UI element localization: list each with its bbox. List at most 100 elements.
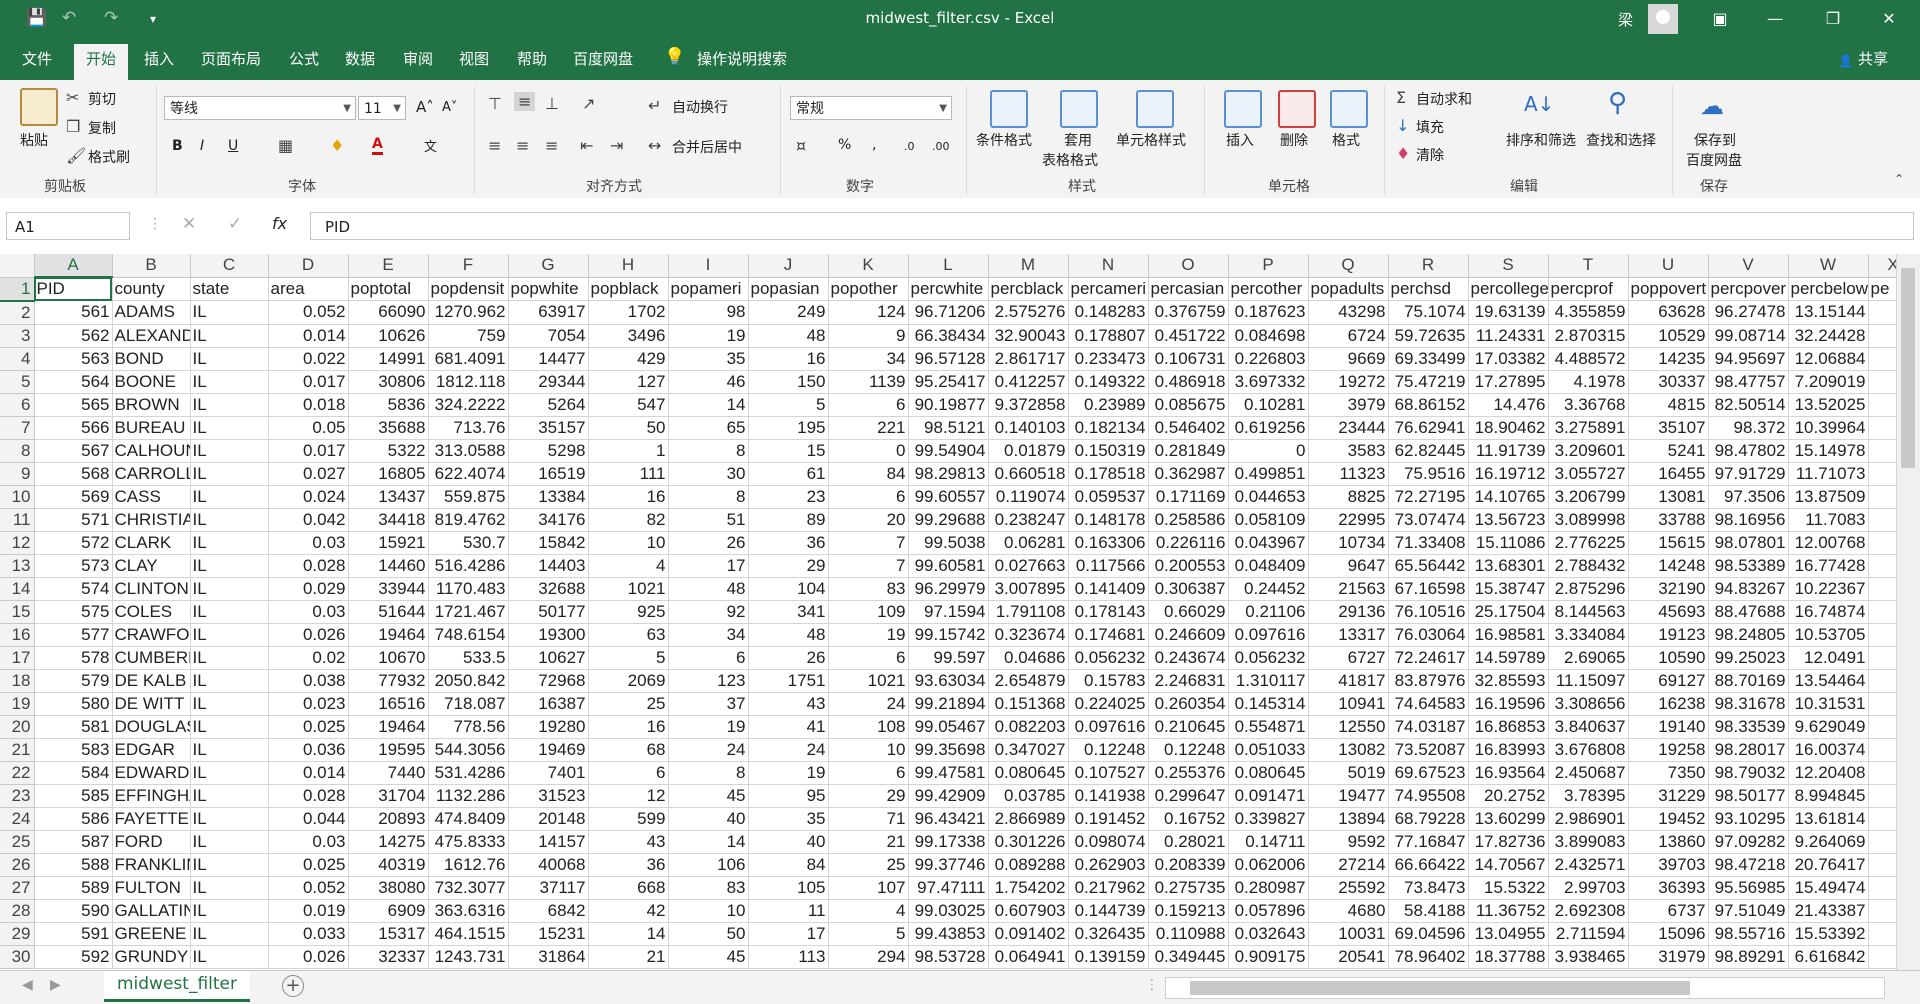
cell[interactable]: 69.33499: [1388, 347, 1469, 371]
cell[interactable]: 34418: [348, 508, 429, 532]
cell[interactable]: 5241: [1628, 439, 1709, 463]
cell[interactable]: popother: [828, 277, 909, 301]
cell[interactable]: 82.50514: [1708, 393, 1789, 417]
cell[interactable]: 10734: [1308, 531, 1389, 555]
cell[interactable]: 13437: [348, 485, 429, 509]
cell[interactable]: 12.00768: [1788, 531, 1869, 555]
cell[interactable]: 38080: [348, 876, 429, 900]
cell[interactable]: 108: [828, 715, 909, 739]
cell[interactable]: 0.339827: [1228, 807, 1309, 831]
cell[interactable]: 76.03064: [1388, 623, 1469, 647]
cell[interactable]: 0.451722: [1148, 324, 1229, 348]
cell[interactable]: 0.349445: [1148, 945, 1229, 969]
cell[interactable]: 16.19596: [1468, 692, 1549, 716]
cell[interactable]: 10031: [1308, 922, 1389, 946]
row-header[interactable]: 17: [0, 646, 35, 670]
cell[interactable]: 0.301226: [988, 830, 1069, 854]
cell[interactable]: 3.007895: [988, 577, 1069, 601]
cell[interactable]: 14460: [348, 554, 429, 578]
cell[interactable]: 98.50177: [1708, 784, 1789, 808]
cell[interactable]: 1: [588, 439, 669, 463]
cell[interactable]: 4.355859: [1548, 300, 1629, 325]
cell[interactable]: 32337: [348, 945, 429, 969]
cell[interactable]: 0.028: [268, 784, 349, 808]
cell[interactable]: 3.206799: [1548, 485, 1629, 509]
fill-button[interactable]: 填充: [1416, 117, 1444, 137]
cell[interactable]: 0.376759: [1148, 300, 1229, 325]
cell[interactable]: 99.08714: [1708, 324, 1789, 348]
cell-styles-button[interactable]: 单元格样式: [1116, 130, 1186, 150]
cell[interactable]: percollege: [1468, 277, 1549, 301]
restore-button[interactable]: ❐: [1810, 0, 1856, 38]
cell[interactable]: 0.23989: [1068, 393, 1149, 417]
cell[interactable]: 41: [748, 715, 829, 739]
cell[interactable]: 0.106731: [1148, 347, 1229, 371]
cell[interactable]: 0.033: [268, 922, 349, 946]
cancel-icon[interactable]: ✕: [182, 214, 196, 234]
cell[interactable]: 25.17504: [1468, 600, 1549, 624]
cell[interactable]: 95.56985: [1708, 876, 1789, 900]
cell[interactable]: 3.055727: [1548, 462, 1629, 486]
cell[interactable]: 32.90043: [988, 324, 1069, 348]
cell[interactable]: 29: [828, 784, 909, 808]
cell[interactable]: 19452: [1628, 807, 1709, 831]
cell[interactable]: 77.16847: [1388, 830, 1469, 854]
row-header[interactable]: 22: [0, 761, 35, 785]
cell[interactable]: 11.7083: [1788, 508, 1869, 532]
cell[interactable]: CASS: [112, 485, 191, 509]
cell[interactable]: IL: [190, 715, 269, 739]
cell[interactable]: 15615: [1628, 531, 1709, 555]
cell[interactable]: 19: [748, 761, 829, 785]
row-header[interactable]: 26: [0, 853, 35, 877]
cell[interactable]: perchsd: [1388, 277, 1469, 301]
cell[interactable]: 0.148283: [1068, 300, 1149, 325]
cell[interactable]: 0.03: [268, 600, 349, 624]
cell[interactable]: 13.15144: [1788, 300, 1869, 325]
cell[interactable]: 3.697332: [1228, 370, 1309, 394]
cell[interactable]: 0.150319: [1068, 439, 1149, 463]
cell[interactable]: 24: [668, 738, 749, 762]
row-header[interactable]: 21: [0, 738, 35, 762]
cell[interactable]: 559.875: [428, 485, 509, 509]
cell[interactable]: popwhite: [508, 277, 589, 301]
cell[interactable]: 429: [588, 347, 669, 371]
cell[interactable]: 0.163306: [1068, 531, 1149, 555]
cell[interactable]: 66.66422: [1388, 853, 1469, 877]
cell[interactable]: 17.27895: [1468, 370, 1549, 394]
cell[interactable]: 0.082203: [988, 715, 1069, 739]
cell[interactable]: 8.144563: [1548, 600, 1629, 624]
cell[interactable]: 0.025: [268, 715, 349, 739]
cell[interactable]: 0.03785: [988, 784, 1069, 808]
cell[interactable]: 14: [668, 830, 749, 854]
cell[interactable]: 14.10765: [1468, 485, 1549, 509]
cell[interactable]: 0.05: [268, 416, 349, 440]
cell[interactable]: 0.141938: [1068, 784, 1149, 808]
cell[interactable]: 10.22367: [1788, 577, 1869, 601]
cell[interactable]: 0.091402: [988, 922, 1069, 946]
cell[interactable]: 65: [668, 416, 749, 440]
format-cells-button[interactable]: 格式: [1332, 130, 1360, 150]
cell[interactable]: 0.275735: [1148, 876, 1229, 900]
cell[interactable]: 583: [34, 738, 113, 762]
cell[interactable]: 16516: [348, 692, 429, 716]
cell[interactable]: 99.03025: [908, 899, 989, 923]
row-header[interactable]: 18: [0, 669, 35, 693]
cell[interactable]: 98.16956: [1708, 508, 1789, 532]
cell[interactable]: 0.036: [268, 738, 349, 762]
cell[interactable]: 113: [748, 945, 829, 969]
cell[interactable]: 35688: [348, 416, 429, 440]
cell[interactable]: DE WITT: [112, 692, 191, 716]
cell[interactable]: 11.24331: [1468, 324, 1549, 348]
row-header[interactable]: 7: [0, 416, 35, 440]
cell[interactable]: 13317: [1308, 623, 1389, 647]
cell[interactable]: 10941: [1308, 692, 1389, 716]
cell[interactable]: 1243.731: [428, 945, 509, 969]
cell[interactable]: 99.29688: [908, 508, 989, 532]
cell[interactable]: 14.59789: [1468, 646, 1549, 670]
cell[interactable]: 5: [828, 922, 909, 946]
cell[interactable]: 41817: [1308, 669, 1389, 693]
cell[interactable]: 0.027: [268, 462, 349, 486]
cell[interactable]: 99.37746: [908, 853, 989, 877]
table-format-icon[interactable]: [1060, 90, 1098, 128]
cell[interactable]: 0.14711: [1228, 830, 1309, 854]
